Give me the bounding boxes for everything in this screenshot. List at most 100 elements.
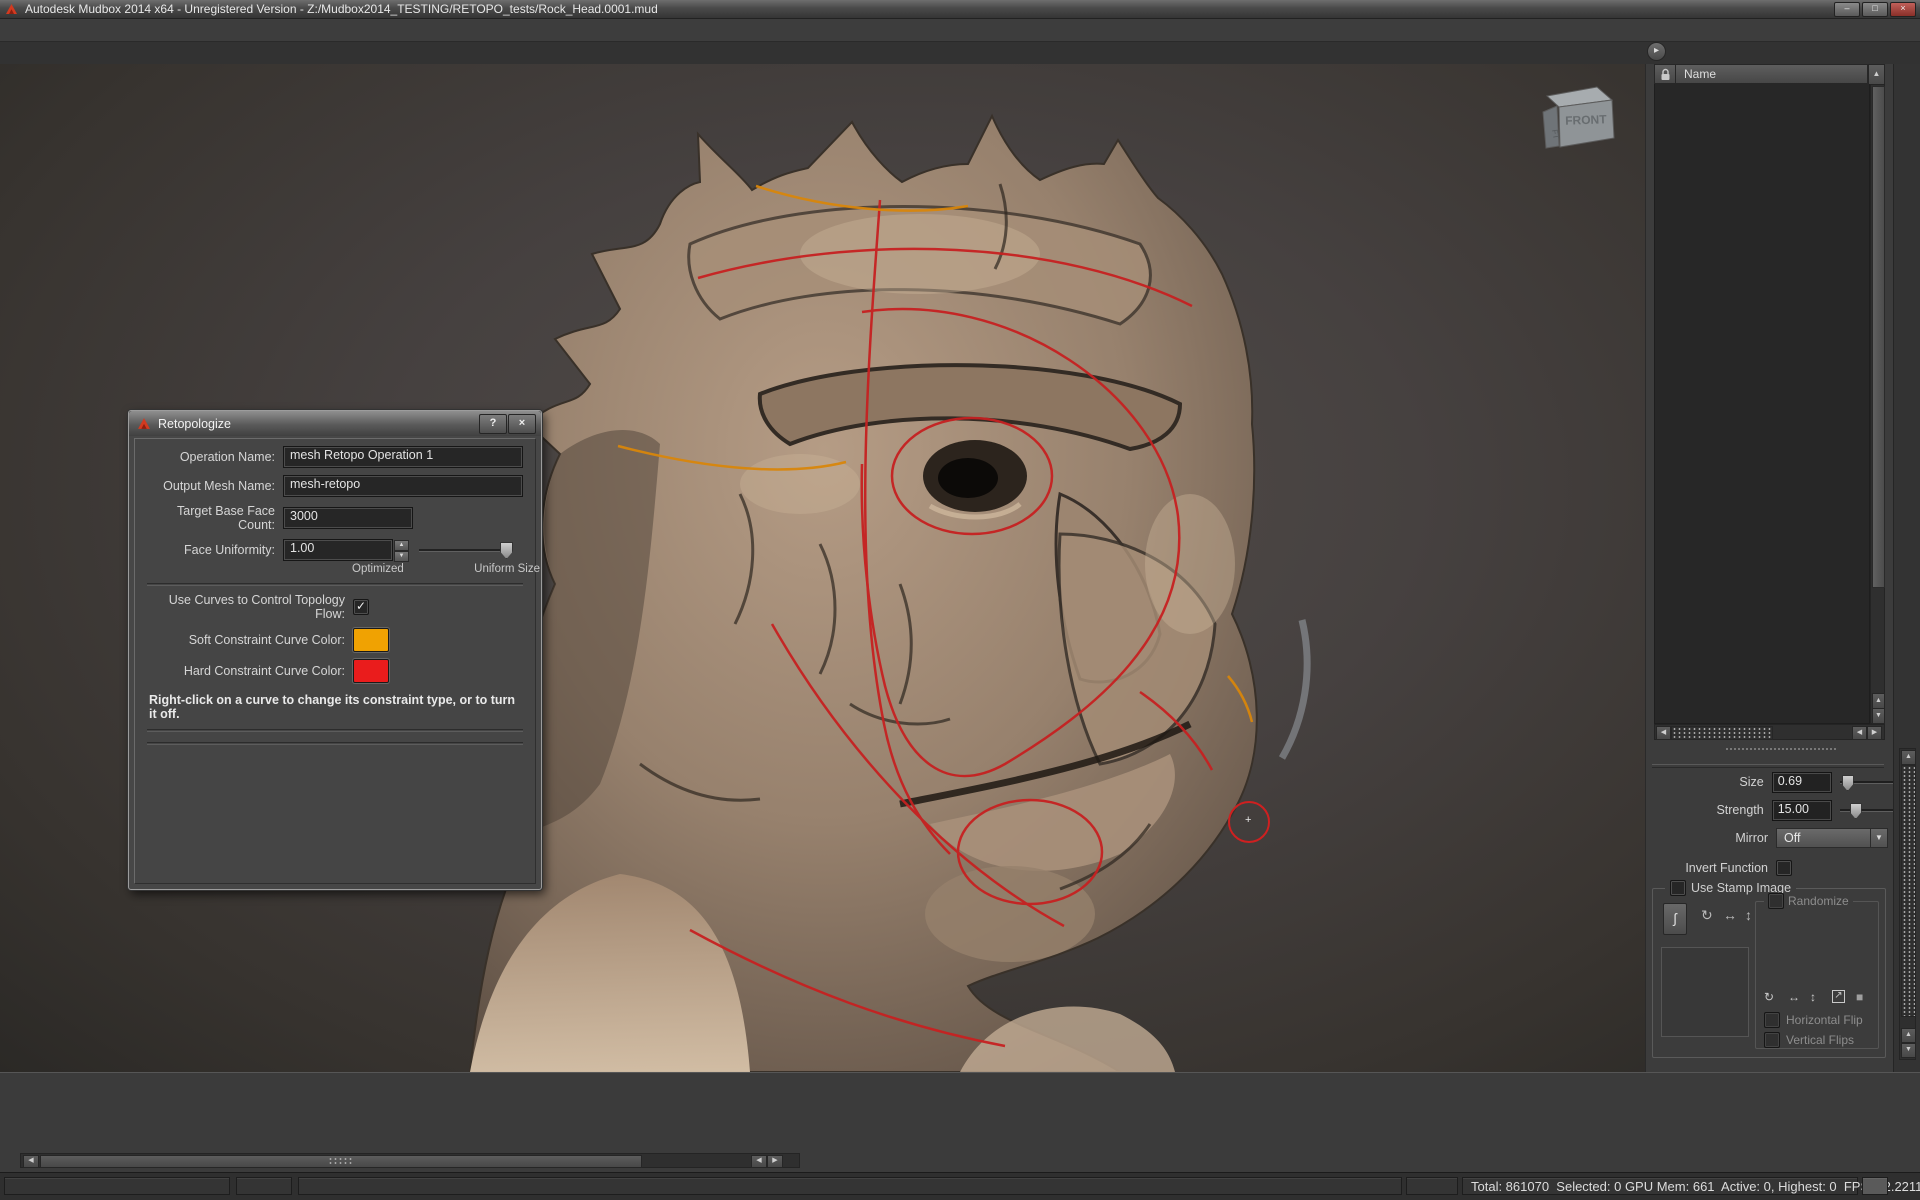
random-scale-icon[interactable]: ↗ [1832, 990, 1845, 1003]
minimize-button[interactable]: – [1834, 2, 1860, 17]
object-list-panel: Name ▲ ▲ ▼ ◀ ◀ ▶ Size 0.69 Strength 15.0… [1645, 64, 1893, 1072]
soft-color-row: Soft Constraint Curve Color: [147, 628, 523, 652]
status-bar: Total: 861070 Selected: 0 GPU Mem: 661 A… [0, 1172, 1920, 1200]
view-cube[interactable]: FRONT FT [1535, 74, 1625, 158]
mirror-label: Mirror [1646, 831, 1776, 845]
operation-name-row: Operation Name: mesh Retopo Operation 1 [147, 446, 523, 468]
scroll-up-button[interactable]: ▲ [1868, 64, 1885, 86]
close-button[interactable]: × [1890, 2, 1916, 17]
panel-splitter-grip[interactable] [1726, 748, 1836, 750]
dialog-close-button[interactable]: × [508, 414, 536, 434]
hard-color-row: Hard Constraint Curve Color: [147, 659, 523, 683]
soft-constraint-color-swatch[interactable] [353, 628, 389, 652]
tools-horizontal-scrollbar[interactable]: ◀ ◀ ▶ [20, 1153, 800, 1168]
tree-vertical-scrollbar[interactable]: ▲ ▼ [1870, 84, 1885, 724]
scene-tree [1654, 84, 1870, 724]
invert-function-checkbox[interactable] [1776, 860, 1792, 876]
properties-scroll-thumb[interactable] [1901, 765, 1916, 1017]
tools-scroll-thumb[interactable] [40, 1155, 642, 1168]
lock-column-header[interactable] [1654, 64, 1676, 84]
object-list-collapse-button[interactable]: ▸ [1647, 42, 1666, 61]
vertical-flip-checkbox[interactable] [1764, 1032, 1780, 1048]
dialog-help-button[interactable]: ? [479, 414, 507, 434]
spinner-down-icon[interactable]: ▼ [394, 551, 409, 562]
operation-name-input[interactable]: mesh Retopo Operation 1 [283, 446, 523, 468]
use-stamp-image-checkbox[interactable] [1670, 880, 1686, 896]
soft-color-label: Soft Constraint Curve Color: [147, 633, 353, 647]
size-property-row: Size 0.69 [1646, 770, 1894, 794]
tree-vscroll-thumb[interactable] [1872, 86, 1885, 588]
dialog-note: Right-click on a curve to change its con… [149, 693, 521, 721]
horizontal-flip-checkbox[interactable] [1764, 1012, 1780, 1028]
use-curves-checkbox[interactable]: ✓ [353, 599, 369, 615]
strength-label: Strength [1646, 803, 1772, 817]
properties-scrollbar[interactable]: ▲ ▲ ▼ [1899, 748, 1916, 1060]
status-segment-5 [1862, 1177, 1888, 1195]
view-cube-front-label: FRONT [1565, 112, 1607, 127]
tools-scroll-right-button[interactable]: ▶ [767, 1155, 783, 1168]
dialog-separator [147, 583, 523, 586]
properties-scroll-down-button[interactable]: ▼ [1901, 1043, 1916, 1058]
face-uniformity-input[interactable]: 1.00 [283, 539, 393, 561]
flip-vertical-icon[interactable]: ↕ [1745, 907, 1752, 923]
random-rotate-icon[interactable]: ↻ [1764, 990, 1774, 1004]
name-column-header[interactable]: Name [1676, 64, 1868, 84]
use-curves-label: Use Curves to Control Topology Flow: [147, 593, 353, 621]
properties-scroll-up-button[interactable]: ▲ [1901, 750, 1916, 765]
output-mesh-name-input[interactable]: mesh-retopo [283, 475, 523, 497]
mudbox-application-window: Autodesk Mudbox 2014 x64 - Unregistered … [0, 0, 1920, 1200]
maximize-button[interactable]: □ [1862, 2, 1888, 17]
dialog-title: Retopologize [158, 417, 231, 431]
tools-scroll-left2-button[interactable]: ◀ [751, 1155, 767, 1168]
chevron-down-icon: ▼ [1870, 829, 1887, 847]
tree-scroll-down-button[interactable]: ▼ [1872, 708, 1885, 724]
size-label: Size [1646, 775, 1772, 789]
vertical-flip-label: Vertical Flips [1786, 1033, 1854, 1047]
random-vmove-icon[interactable]: ↕ [1810, 990, 1816, 1004]
view-cube-left-label: FT [1550, 129, 1561, 140]
randomize-row: Randomize [1764, 893, 1853, 909]
vertical-flip-row: Vertical Flips [1764, 1032, 1854, 1048]
randomize-label: Randomize [1788, 894, 1849, 908]
flip-horizontal-icon[interactable]: ↔ [1723, 907, 1737, 923]
dialog-title-bar[interactable]: Retopologize ? × [129, 411, 541, 436]
retopologize-dialog: Retopologize ? × Operation Name: mesh Re… [128, 410, 542, 890]
tree-scroll-up-button[interactable]: ▲ [1872, 693, 1885, 709]
properties-separator [1652, 764, 1884, 768]
face-uniformity-slider[interactable] [419, 541, 513, 559]
size-input[interactable]: 0.69 [1772, 772, 1832, 793]
tree-scroll-right-button[interactable]: ▶ [1867, 726, 1882, 740]
face-uniformity-row: Face Uniformity: 1.00 ▲▼ [147, 539, 523, 561]
tree-scroll-left-button[interactable]: ◀ [1656, 726, 1671, 740]
tree-scroll-left-end-button[interactable]: ◀ [1852, 726, 1867, 740]
random-square-icon[interactable]: ■ [1856, 990, 1863, 1004]
mirror-property-row: Mirror Off ▼ [1646, 826, 1894, 850]
status-segment-2 [236, 1177, 292, 1195]
rotate-stamp-icon[interactable]: ↻ [1701, 907, 1713, 924]
mirror-dropdown[interactable]: Off ▼ [1776, 828, 1888, 848]
properties-scroll-up2-button[interactable]: ▲ [1901, 1028, 1916, 1043]
target-face-count-input[interactable]: 3000 [283, 507, 413, 529]
tree-hscroll-thumb[interactable] [1671, 726, 1773, 740]
dialog-separator-2 [147, 729, 523, 732]
size-slider[interactable] [1840, 773, 1894, 791]
operation-name-label: Operation Name: [147, 450, 283, 464]
stamp-curve-button[interactable]: ʃ [1663, 903, 1687, 935]
hard-constraint-color-swatch[interactable] [353, 659, 389, 683]
uniform-size-caption: Uniform Size [474, 563, 540, 575]
object-list-header: Name ▲ [1654, 64, 1885, 84]
hard-color-label: Hard Constraint Curve Color: [147, 664, 353, 678]
tools-scroll-left-button[interactable]: ◀ [23, 1155, 39, 1168]
stamp-preview-box[interactable] [1661, 947, 1749, 1037]
tree-horizontal-scrollbar[interactable]: ◀ ◀ ▶ [1654, 724, 1885, 740]
face-uniformity-spinner[interactable]: ▲▼ [394, 540, 409, 561]
random-hmove-icon[interactable]: ↔ [1788, 990, 1800, 1004]
view-tab-bar [0, 42, 1920, 64]
strength-input[interactable]: 15.00 [1772, 800, 1832, 821]
cursor-crosshair-icon: + [1245, 816, 1254, 825]
spinner-up-icon[interactable]: ▲ [394, 540, 409, 551]
strength-slider[interactable] [1840, 801, 1894, 819]
randomize-checkbox[interactable] [1768, 893, 1784, 909]
invert-function-row: Invert Function [1646, 856, 1894, 880]
status-segment-4 [1406, 1177, 1458, 1195]
